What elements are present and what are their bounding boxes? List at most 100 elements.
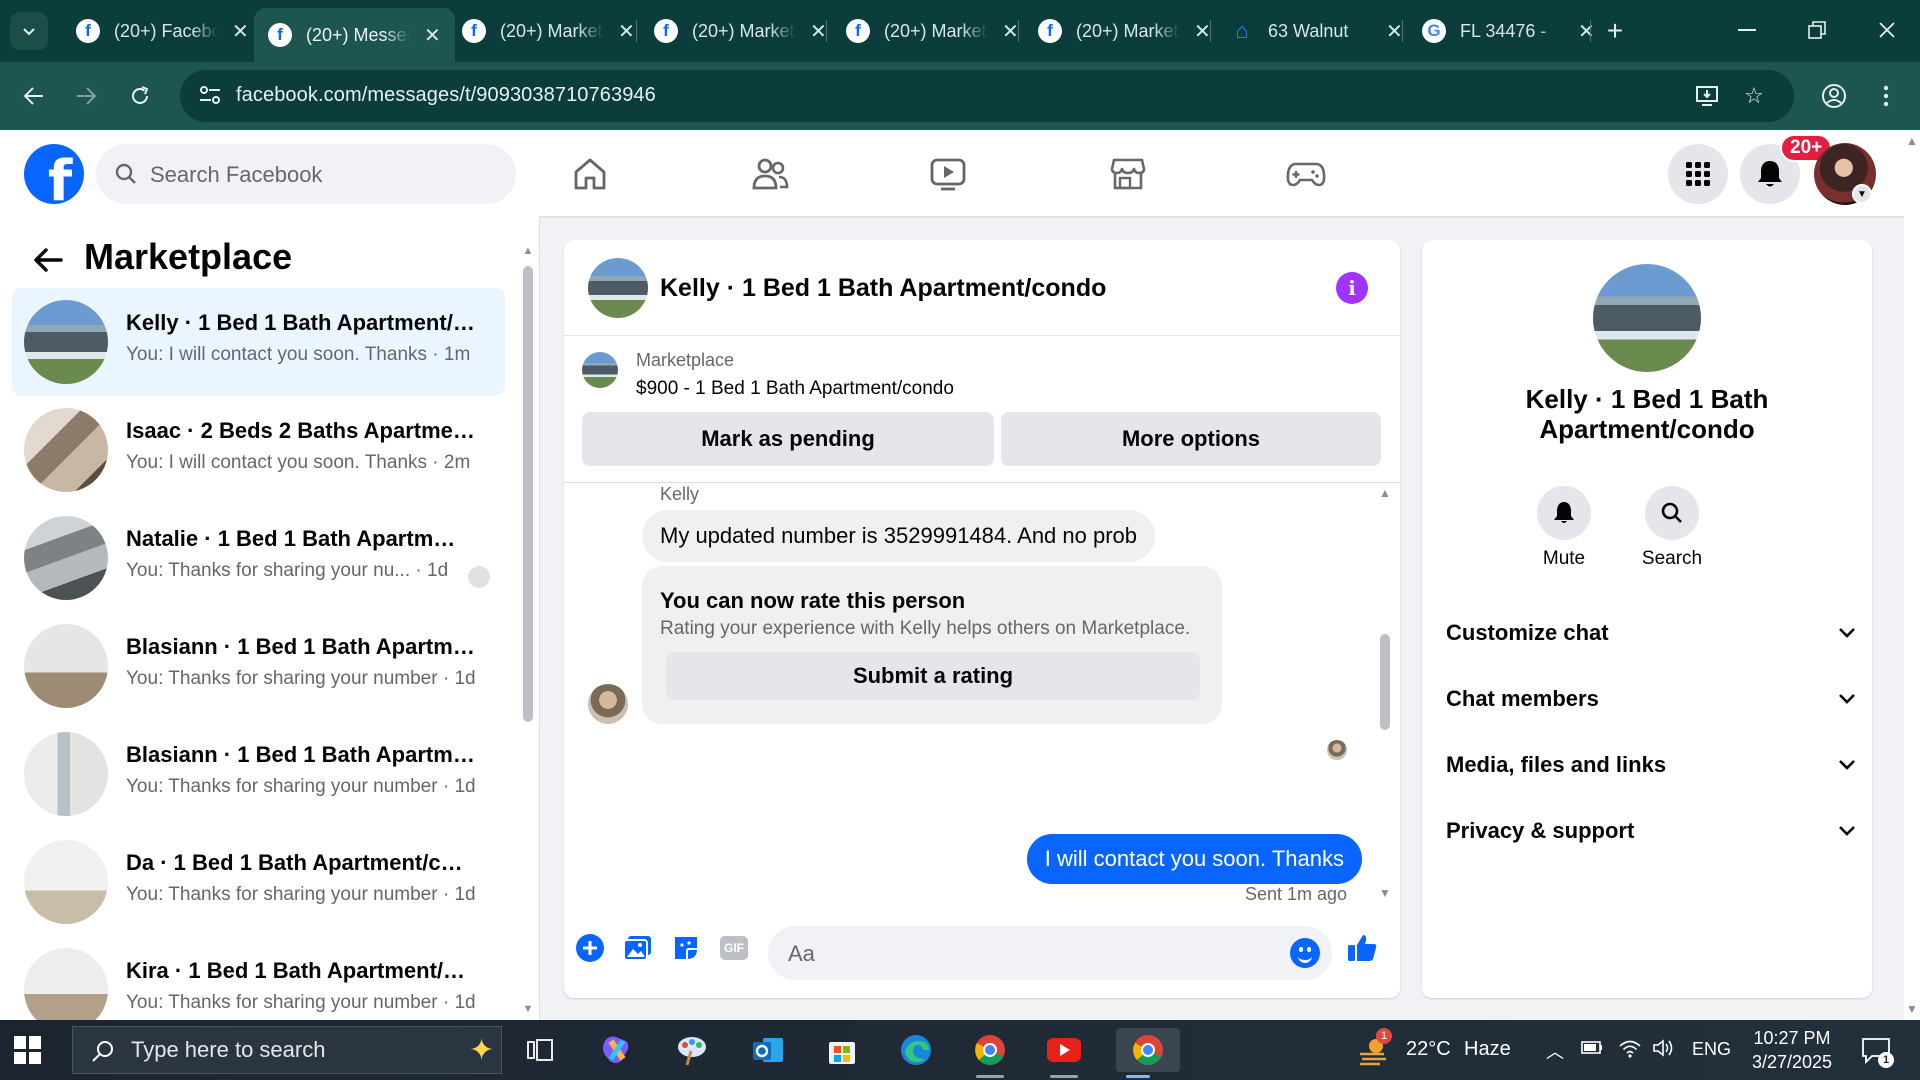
close-window-button[interactable] xyxy=(1864,12,1910,48)
customize-chat-section[interactable]: Customize chat xyxy=(1446,608,1856,658)
privacy-support-section[interactable]: Privacy & support xyxy=(1446,806,1856,856)
nav-friends[interactable] xyxy=(746,150,794,198)
chrome-menu-button[interactable] xyxy=(1866,76,1906,116)
battery-icon[interactable] xyxy=(1580,1038,1604,1061)
page-scrollbar[interactable]: ▲ ▼ xyxy=(1904,130,1920,1020)
chrome-profile-2-icon[interactable] xyxy=(1116,1028,1180,1078)
browser-tab[interactable]: f (20+) Marketplace ✕ xyxy=(832,8,1033,54)
media-files-links-section[interactable]: Media, files and links xyxy=(1446,740,1856,790)
message-input[interactable]: Aa xyxy=(768,926,1332,980)
sender-avatar[interactable] xyxy=(588,684,628,724)
windows-start-button[interactable] xyxy=(14,1036,42,1064)
conversation-item[interactable]: Kira · 1 Bed 1 Bath Apartment/condo You:… xyxy=(12,936,505,1020)
taskbar-search-box[interactable]: Type here to search ✦ xyxy=(72,1026,502,1074)
youtube-app-icon[interactable] xyxy=(1042,1028,1086,1078)
submit-rating-button[interactable]: Submit a rating xyxy=(666,652,1200,700)
edge-icon[interactable] xyxy=(894,1028,938,1072)
info-icon[interactable]: i xyxy=(1336,272,1368,304)
profile-button[interactable] xyxy=(1814,76,1854,116)
chat-title[interactable]: Kelly · 1 Bed 1 Bath Apartment/condo xyxy=(660,274,1106,303)
close-tab-icon[interactable]: ✕ xyxy=(1194,19,1211,44)
scroll-down-arrow-icon[interactable]: ▼ xyxy=(522,1004,534,1015)
gif-icon[interactable]: GIF xyxy=(718,932,750,964)
conversations-scrollbar[interactable]: ▲ ▼ xyxy=(522,246,534,1015)
system-clock[interactable]: 10:27 PM 3/27/2025 xyxy=(1732,1026,1852,1074)
nav-gaming[interactable] xyxy=(1282,150,1330,198)
scroll-down-arrow-icon[interactable]: ▼ xyxy=(1904,1002,1920,1016)
browser-tab[interactable]: ⌂ 63 Walnut ✕ xyxy=(1216,8,1417,54)
scrollbar-thumb[interactable] xyxy=(523,266,533,722)
url-text[interactable]: facebook.com/messages/t/9093038710763946 xyxy=(236,84,656,107)
temperature[interactable]: 22°C xyxy=(1406,1038,1451,1061)
chat-scrollbar[interactable]: ▲ ▼ xyxy=(1378,486,1392,902)
chat-avatar[interactable] xyxy=(588,258,648,318)
mark-as-pending-button[interactable]: Mark as pending xyxy=(582,412,994,466)
like-thumb-icon[interactable] xyxy=(1346,932,1378,964)
mute-button[interactable]: Mute xyxy=(1514,486,1614,570)
scroll-up-arrow-icon[interactable]: ▲ xyxy=(1904,134,1920,148)
more-options-button[interactable]: More options xyxy=(1001,412,1381,466)
conversation-item[interactable]: Blasiann · 1 Bed 1 Bath Apartment/condo … xyxy=(12,612,505,720)
outgoing-message[interactable]: I will contact you soon. Thanks xyxy=(1026,834,1362,884)
nav-video[interactable] xyxy=(924,150,972,198)
restore-button[interactable] xyxy=(1794,12,1840,48)
scroll-up-arrow-icon[interactable]: ▲ xyxy=(1378,486,1392,500)
task-view-icon[interactable] xyxy=(518,1028,562,1072)
close-tab-icon[interactable]: ✕ xyxy=(1002,19,1019,44)
close-tab-icon[interactable]: ✕ xyxy=(810,19,827,44)
microsoft-store-icon[interactable] xyxy=(820,1028,864,1072)
facebook-logo[interactable]: f xyxy=(24,144,84,204)
back-button[interactable] xyxy=(14,76,54,116)
conversation-item[interactable]: Kelly · 1 Bed 1 Bath Apartment/condo You… xyxy=(12,288,505,396)
close-tab-icon[interactable]: ✕ xyxy=(618,19,635,44)
site-info-icon[interactable] xyxy=(198,84,224,108)
conversation-item[interactable]: Isaac · 2 Beds 2 Baths Apartment/condo Y… xyxy=(12,396,505,504)
emoji-icon[interactable] xyxy=(1290,938,1320,968)
chat-members-section[interactable]: Chat members xyxy=(1446,674,1856,724)
search-in-conversation-button[interactable]: Search xyxy=(1622,486,1722,570)
facebook-search-input[interactable]: Search Facebook xyxy=(96,144,516,204)
scroll-up-arrow-icon[interactable]: ▲ xyxy=(522,246,534,257)
close-tab-icon[interactable]: ✕ xyxy=(1578,19,1595,44)
weather-condition[interactable]: Haze xyxy=(1464,1038,1511,1061)
forward-button[interactable] xyxy=(66,76,106,116)
copilot-icon[interactable] xyxy=(594,1028,638,1072)
chevron-up-icon[interactable]: ︿ xyxy=(1546,1038,1564,1064)
photo-icon[interactable] xyxy=(622,932,654,964)
browser-tab-active[interactable]: f (20+) Messenger ✕ xyxy=(254,8,455,62)
tab-search-button[interactable] xyxy=(10,12,48,50)
scroll-down-arrow-icon[interactable]: ▼ xyxy=(1378,886,1392,900)
input-language[interactable]: ENG xyxy=(1692,1039,1731,1060)
wifi-icon[interactable] xyxy=(1618,1038,1642,1063)
browser-tab[interactable]: f (20+) Facebook ✕ xyxy=(62,8,263,54)
listing-price[interactable]: $900 - 1 Bed 1 Bath Apartment/condo xyxy=(636,378,954,400)
paint-icon[interactable] xyxy=(670,1028,714,1072)
outlook-icon[interactable] xyxy=(746,1028,790,1072)
address-bar[interactable]: facebook.com/messages/t/9093038710763946… xyxy=(180,70,1794,122)
reload-button[interactable] xyxy=(120,76,160,116)
bookmark-star-icon[interactable]: ☆ xyxy=(1738,80,1770,112)
conversation-item[interactable]: Blasiann · 1 Bed 1 Bath Apartment/condo … xyxy=(12,720,505,828)
browser-tab[interactable]: f (20+) Marketplace ✕ xyxy=(1024,8,1225,54)
conversation-item[interactable]: Natalie · 1 Bed 1 Bath Apartment/condo Y… xyxy=(12,504,505,612)
profile-avatar[interactable] xyxy=(1593,264,1701,372)
nav-marketplace[interactable] xyxy=(1104,150,1152,198)
browser-tab[interactable]: f (20+) Marketplace ✕ xyxy=(640,8,841,54)
sticker-icon[interactable] xyxy=(670,932,702,964)
minimize-button[interactable] xyxy=(1724,12,1770,48)
account-chevron-icon[interactable]: ▼ xyxy=(1852,184,1872,204)
install-app-icon[interactable] xyxy=(1692,80,1724,112)
scrollbar-thumb[interactable] xyxy=(1380,634,1390,730)
add-attachment-icon[interactable] xyxy=(574,932,606,964)
nav-home[interactable] xyxy=(566,150,614,198)
new-tab-button[interactable]: + xyxy=(1598,14,1632,48)
back-arrow-icon[interactable] xyxy=(28,240,68,280)
close-tab-icon[interactable]: ✕ xyxy=(1386,19,1403,44)
volume-icon[interactable] xyxy=(1652,1038,1676,1063)
incoming-message[interactable]: My updated number is 3529991484. And no … xyxy=(642,510,1156,562)
browser-tab[interactable]: f (20+) Marketplace ✕ xyxy=(448,8,649,54)
close-tab-icon[interactable]: ✕ xyxy=(424,23,441,48)
menu-button[interactable] xyxy=(1668,144,1728,204)
chrome-profile-1-icon[interactable] xyxy=(968,1028,1012,1078)
close-tab-icon[interactable]: ✕ xyxy=(232,19,249,44)
